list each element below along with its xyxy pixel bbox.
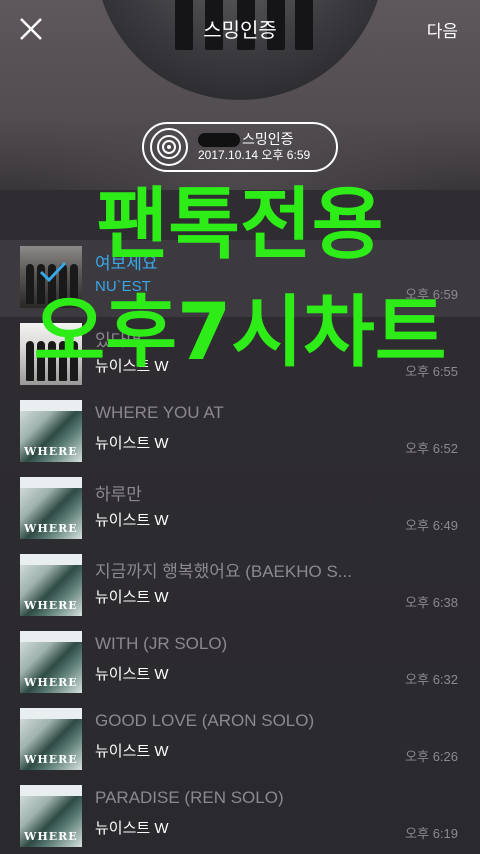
play-time: 오후 6:49 [405,518,458,533]
play-time: 오후 6:52 [405,441,458,456]
album-art-text: WHERE [24,445,78,458]
play-time: 오후 6:26 [405,749,458,764]
next-button[interactable]: 다음 [427,17,458,42]
play-time: 오후 6:19 [405,826,458,841]
overlay-text-line2: 오후7시차트 [33,288,447,378]
badge-date: 2017.10.14 오후 6:59 [198,148,311,163]
page-title: 스밍인증 [203,20,277,42]
song-artist: 뉴이스트 W [95,512,169,529]
close-icon [20,18,42,40]
song-row[interactable]: WHERE WITH (JR SOLO) 뉴이스트 W 오후 6:32 [0,625,480,702]
play-time: 오후 6:38 [405,595,458,610]
album-art-text: WHERE [24,599,78,612]
vinyl-disc-icon [150,128,188,166]
song-title: 하루만 [95,485,142,504]
overlay-text-line1: 팬톡전용 [96,180,384,270]
song-artist: 뉴이스트 W [95,589,169,606]
album-art-text: WHERE [24,676,78,689]
song-row[interactable]: WHERE WHERE YOU AT 뉴이스트 W 오후 6:52 [0,394,480,471]
close-button[interactable] [16,14,46,44]
album-thumbnail: WHERE [20,708,82,770]
album-thumbnail: WHERE [20,631,82,693]
album-art-text: WHERE [24,753,78,766]
badge-name: 스밍인증 [198,131,310,149]
redacted-mark [198,133,240,148]
album-thumbnail: WHERE [20,477,82,539]
song-title: PARADISE (REN SOLO) [95,788,284,807]
song-artist: 뉴이스트 W [95,743,169,760]
album-thumbnail: WHERE [20,400,82,462]
album-thumbnail: WHERE [20,554,82,616]
song-title: GOOD LOVE (ARON SOLO) [95,711,315,730]
album-art-text: WHERE [24,522,78,535]
song-row[interactable]: WHERE 지금까지 행복했어요 (BAEKHO S... 뉴이스트 W 오후 6:3… [0,548,480,625]
album-thumbnail: WHERE [20,785,82,847]
play-time: 오후 6:32 [405,672,458,687]
song-title: 지금까지 행복했어요 (BAEKHO S... [95,562,352,581]
song-row[interactable]: WHERE PARADISE (REN SOLO) 뉴이스트 W 오후 6:19 [0,779,480,854]
song-artist: 뉴이스트 W [95,435,169,452]
song-artist: 뉴이스트 W [95,820,169,837]
song-row[interactable]: WHERE GOOD LOVE (ARON SOLO) 뉴이스트 W 오후 6:26 [0,702,480,779]
song-title: WHERE YOU AT [95,403,224,422]
song-title: WITH (JR SOLO) [95,634,228,653]
streaming-proof-badge: 스밍인증 2017.10.14 오후 6:59 [142,122,338,172]
song-artist: 뉴이스트 W [95,666,169,683]
song-row[interactable]: WHERE 하루만뉴이스트 W 오후 6:49 [0,471,480,548]
album-art-text: WHERE [24,830,78,843]
